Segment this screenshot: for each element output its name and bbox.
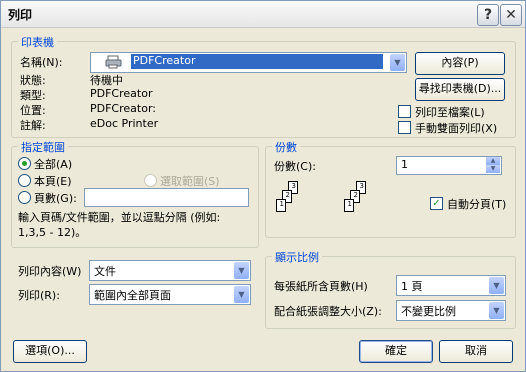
window-title: 列印 [8, 8, 33, 22]
type-label: 類型: [20, 89, 46, 102]
title-bar: 列印 ? ✕ [1, 1, 525, 28]
type-value: PDFCreator [90, 87, 153, 100]
page-range-group: 指定範圍 全部(A) 本頁(E) 選取範圍(S) 頁數(G): 輸入頁碼/文件範… [11, 139, 259, 248]
comment-value: eDoc Printer [90, 117, 159, 130]
scale-select[interactable]: 不變更比例 ▼ [396, 300, 506, 321]
print-value: 範圍內全部頁面 [94, 289, 171, 302]
print-select[interactable]: 範圍內全部頁面 ▼ [89, 284, 251, 305]
zoom-group-label: 顯示比例 [272, 249, 322, 265]
printer-name-select[interactable]: PDFCreator ▼ [90, 52, 407, 73]
chevron-down-icon[interactable]: ▼ [390, 54, 405, 71]
chevron-down-icon[interactable]: ▼ [489, 302, 504, 319]
status-value: 待機中 [90, 74, 123, 87]
close-button[interactable]: ✕ [500, 4, 522, 26]
collate-pages-icon: 3 2 1 3 2 1 [274, 181, 394, 231]
range-selection-radio[interactable] [144, 174, 157, 187]
comment-label: 註解: [20, 119, 46, 132]
printer-group-label: 印表機 [18, 34, 57, 50]
cancel-button[interactable]: 取消 [439, 340, 513, 363]
pages-per-sheet-select[interactable]: 1 頁 ▼ [396, 275, 506, 296]
print-what-value: 文件 [94, 265, 116, 278]
range-selection-label: 選取範圍(S) [160, 175, 220, 188]
range-all-radio[interactable] [18, 157, 31, 170]
print-to-file-checkbox[interactable] [398, 105, 411, 118]
range-all-label: 全部(A) [34, 158, 73, 171]
collate-checkbox[interactable]: ✓ [430, 197, 443, 210]
copies-value: 1 [401, 158, 408, 171]
print-label: 列印(R): [18, 289, 60, 302]
chevron-down-icon[interactable]: ▼ [234, 286, 249, 303]
scale-value: 不變更比例 [401, 305, 456, 318]
printer-group: 印表機 名稱(N): PDFCreator ▼ 狀態: 待機中 類型: PDFC… [11, 34, 516, 138]
printer-name-label: 名稱(N): [20, 56, 63, 69]
copies-spinner[interactable]: 1 ▲ ▼ [396, 156, 502, 175]
collate-label: 自動分頁(T) [447, 198, 507, 211]
zoom-group: 顯示比例 每張紙所含頁數(H) 1 頁 ▼ 配合紙張調整大小(Z): 不變更比例… [265, 249, 516, 329]
manual-duplex-label: 手動雙面列印(X) [415, 122, 498, 135]
printer-name-value: PDFCreator [131, 54, 383, 69]
where-label: 位置: [20, 104, 46, 117]
help-button[interactable]: ? [477, 4, 499, 26]
print-dialog: 列印 ? ✕ 印表機 名稱(N): PDFCreator ▼ 狀態: 待機中 類… [0, 0, 526, 372]
options-button[interactable]: 選項(O)... [13, 340, 87, 363]
print-what-select[interactable]: 文件 ▼ [89, 260, 251, 281]
copies-group: 份數 份數(C): 1 ▲ ▼ 3 2 1 3 2 1 ✓ 自動分頁(T) [265, 139, 516, 238]
where-value: PDFCreator: [90, 102, 156, 115]
range-current-radio[interactable] [18, 174, 31, 187]
page-range-group-label: 指定範圍 [18, 139, 68, 155]
range-hint: 輸入頁碼/文件範圍，並以逗點分隔 (例如: 1,3,5 - 12)。 [18, 211, 221, 239]
ok-button[interactable]: 確定 [359, 340, 433, 363]
print-what-label: 列印內容(W) [18, 265, 82, 278]
status-label: 狀態: [20, 74, 46, 87]
chevron-down-icon[interactable]: ▼ [234, 262, 249, 279]
manual-duplex-checkbox[interactable] [398, 121, 411, 134]
copies-label: 份數(C): [274, 160, 316, 173]
properties-button[interactable]: 內容(P) [415, 52, 505, 75]
range-current-label: 本頁(E) [34, 175, 72, 188]
pages-per-sheet-label: 每張紙所含頁數(H) [274, 280, 368, 293]
find-printer-button[interactable]: 尋找印表機(D)... [415, 78, 505, 101]
printer-icon [105, 55, 123, 69]
pages-input[interactable] [84, 188, 249, 207]
print-to-file-label: 列印至檔案(L) [415, 106, 485, 119]
scale-label: 配合紙張調整大小(Z): [274, 305, 382, 318]
pages-per-sheet-value: 1 頁 [401, 280, 423, 293]
range-pages-label: 頁數(G): [34, 192, 77, 205]
spin-down-icon[interactable]: ▼ [486, 165, 500, 173]
copies-group-label: 份數 [272, 139, 300, 155]
range-pages-radio[interactable] [18, 191, 31, 204]
chevron-down-icon[interactable]: ▼ [489, 277, 504, 294]
spin-up-icon[interactable]: ▲ [486, 157, 500, 165]
